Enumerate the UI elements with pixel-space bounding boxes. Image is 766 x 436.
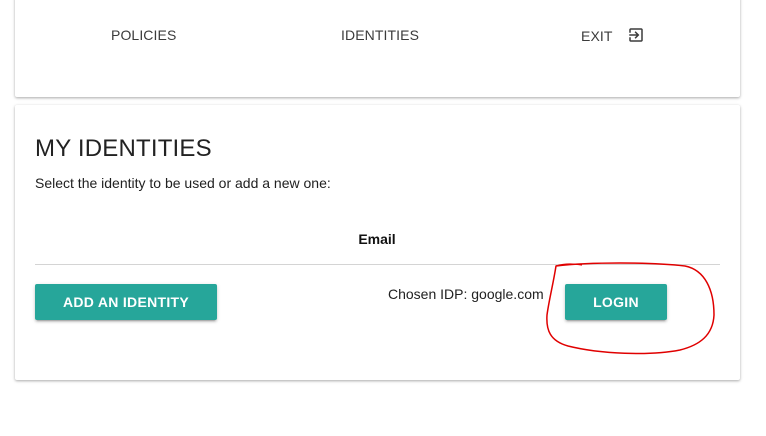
- page: POLICIES IDENTITIES EXIT MY IDENTITIES S…: [0, 0, 766, 436]
- login-button[interactable]: LOGIN: [565, 284, 667, 320]
- chosen-idp-text: Chosen IDP: google.com: [388, 286, 544, 302]
- nav-identities[interactable]: IDENTITIES: [341, 27, 419, 43]
- column-header-email: Email: [358, 231, 396, 247]
- page-title: MY IDENTITIES: [35, 135, 212, 162]
- nav-exit[interactable]: EXIT: [581, 27, 645, 45]
- identities-card: MY IDENTITIES Select the identity to be …: [15, 105, 740, 380]
- nav-exit-label: EXIT: [581, 28, 613, 44]
- add-identity-button[interactable]: ADD AN IDENTITY: [35, 284, 217, 320]
- nav-policies[interactable]: POLICIES: [111, 27, 176, 43]
- exit-to-app-icon: [627, 26, 645, 44]
- navigation-bar: POLICIES IDENTITIES EXIT: [15, 0, 740, 97]
- identities-table-header: Email: [35, 229, 720, 265]
- page-subtitle: Select the identity to be used or add a …: [35, 175, 331, 191]
